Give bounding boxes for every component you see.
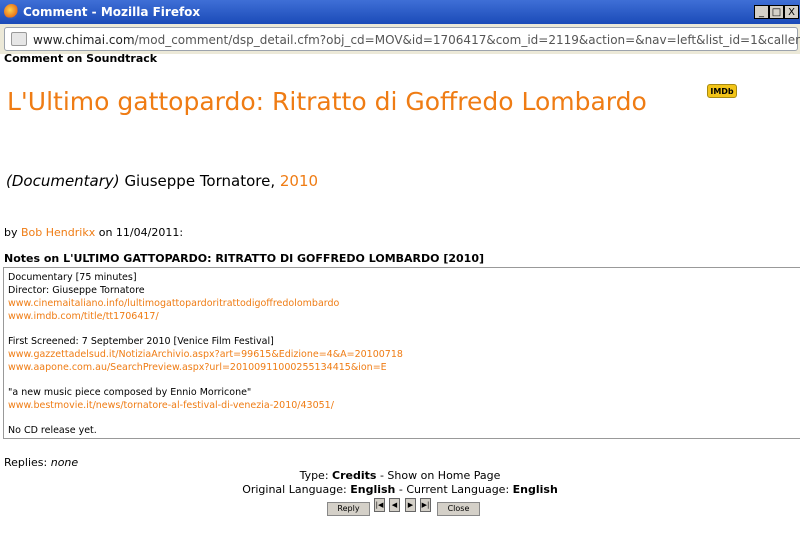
next-page-button[interactable]: ▶ bbox=[405, 498, 416, 512]
notes-line: "a new music piece composed by Ennio Mor… bbox=[8, 387, 252, 398]
site-identity-icon[interactable] bbox=[11, 32, 27, 46]
cur-lang-value: English bbox=[512, 483, 558, 496]
byline: by Bob Hendrikx on 11/04/2011: bbox=[4, 226, 183, 239]
maximize-button[interactable]: □ bbox=[769, 5, 784, 19]
show-home-text: - Show on Home Page bbox=[379, 469, 501, 482]
language-row: Original Language: English - Current Lan… bbox=[0, 483, 800, 496]
film-info: (Documentary) Giuseppe Tornatore, 2010 bbox=[6, 172, 318, 190]
notes-link[interactable]: www.aapone.com.au/SearchPreview.aspx?url… bbox=[8, 362, 387, 373]
window-title: Comment - Mozilla Firefox bbox=[23, 5, 201, 19]
notes-box: Documentary [75 minutes] Director: Giuse… bbox=[3, 267, 800, 439]
comment-date: 11/04/2011: bbox=[115, 226, 184, 239]
notes-line: First Screened: 7 September 2010 [Venice… bbox=[8, 336, 274, 347]
author-link[interactable]: Bob Hendrikx bbox=[21, 226, 95, 239]
replies: Replies: none bbox=[4, 456, 78, 469]
type-label: Type: bbox=[299, 469, 329, 482]
orig-lang-value: English bbox=[350, 483, 396, 496]
notes-link[interactable]: www.imdb.com/title/tt1706417/ bbox=[8, 311, 159, 322]
notes-link[interactable]: www.bestmovie.it/news/tornatore-al-festi… bbox=[8, 400, 334, 411]
cur-lang-label: - Current Language: bbox=[398, 483, 510, 496]
first-page-button[interactable]: |◀ bbox=[374, 498, 385, 512]
notes-link[interactable]: www.cinemaitaliano.info/lultimogattopard… bbox=[8, 298, 339, 309]
byline-prefix: by bbox=[4, 226, 18, 239]
director-name: Giuseppe Tornatore, bbox=[124, 172, 276, 190]
orig-lang-label: Original Language: bbox=[242, 483, 347, 496]
notes-line: Documentary [75 minutes] bbox=[8, 272, 137, 283]
prev-page-button[interactable]: ◀ bbox=[389, 498, 400, 512]
reply-button[interactable]: Reply bbox=[327, 502, 370, 516]
notes-line: Director: Giuseppe Tornatore bbox=[8, 285, 145, 296]
replies-value: none bbox=[50, 456, 79, 469]
replies-label: Replies: bbox=[4, 456, 48, 469]
close-window-button[interactable]: X bbox=[784, 5, 799, 19]
page-header: Comment on Soundtrack bbox=[4, 52, 158, 65]
notes-link[interactable]: www.gazzettadelsud.it/NotiziaArchivio.as… bbox=[8, 349, 403, 360]
window-titlebar: Comment - Mozilla Firefox _ □ X bbox=[0, 0, 800, 24]
last-page-button[interactable]: ▶| bbox=[420, 498, 431, 512]
firefox-icon bbox=[4, 4, 19, 19]
address-bar-area: www.chimai.com/mod_comment/dsp_detail.cf… bbox=[0, 24, 800, 54]
genre-label: (Documentary) bbox=[6, 172, 120, 190]
page-title: L'Ultimo gattopardo: Ritratto di Goffred… bbox=[7, 87, 647, 116]
imdb-badge[interactable]: IMDb bbox=[707, 84, 737, 98]
byline-on: on bbox=[98, 226, 113, 239]
close-button[interactable]: Close bbox=[437, 502, 480, 516]
notes-line: No CD release yet. bbox=[8, 425, 97, 436]
address-bar[interactable]: www.chimai.com/mod_comment/dsp_detail.cf… bbox=[4, 27, 800, 51]
minimize-button[interactable]: _ bbox=[754, 5, 769, 19]
type-row: Type: Credits - Show on Home Page bbox=[0, 469, 800, 482]
notes-heading: Notes on L'ULTIMO GATTOPARDO: RITRATTO D… bbox=[4, 252, 484, 265]
year-link[interactable]: 2010 bbox=[280, 172, 318, 190]
url-text[interactable]: www.chimai.com/mod_comment/dsp_detail.cf… bbox=[33, 33, 800, 47]
type-value: Credits bbox=[332, 469, 377, 482]
